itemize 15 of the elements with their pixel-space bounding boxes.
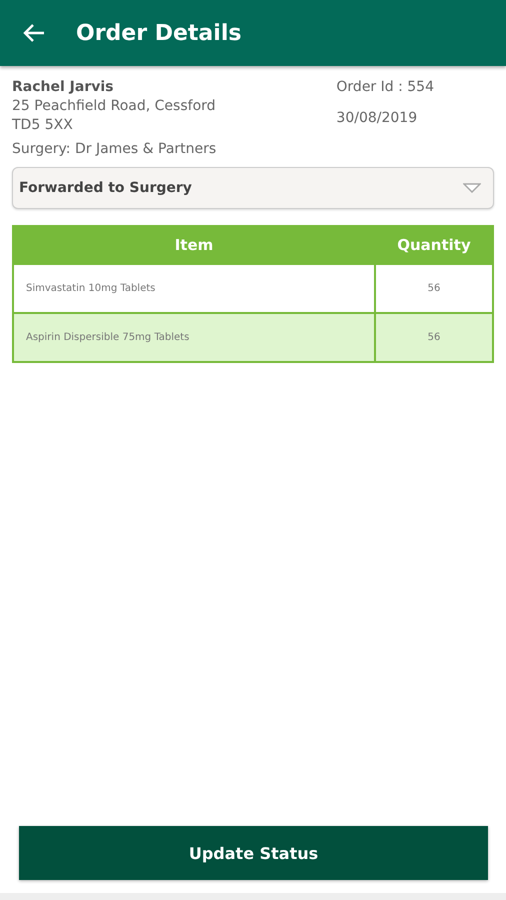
customer-name: Rachel Jarvis: [12, 78, 114, 97]
back-button[interactable]: [22, 23, 46, 43]
update-status-button[interactable]: Update Status: [19, 826, 488, 880]
status-dropdown[interactable]: Forwarded to Surgery: [12, 167, 494, 209]
back-arrow-icon: [22, 23, 46, 43]
item-cell-text: Simvastatin 10mg Tablets: [25, 282, 156, 296]
order-id: Order Id : 554: [336, 78, 434, 97]
screen-title: Order Details: [76, 20, 242, 46]
item-cell-text: Aspirin Dispersible 75mg Tablets: [25, 331, 190, 345]
order-date: 30/08/2019: [336, 109, 418, 128]
quantity-cell: 56: [374, 314, 492, 361]
address-line: 25 Peachfield Road, Cessford: [12, 97, 216, 116]
address-line: TD5 5XX: [12, 116, 74, 135]
surgery-name: Surgery: Dr James & Partners: [12, 141, 216, 157]
dropdown-triangle-icon: [463, 183, 481, 193]
